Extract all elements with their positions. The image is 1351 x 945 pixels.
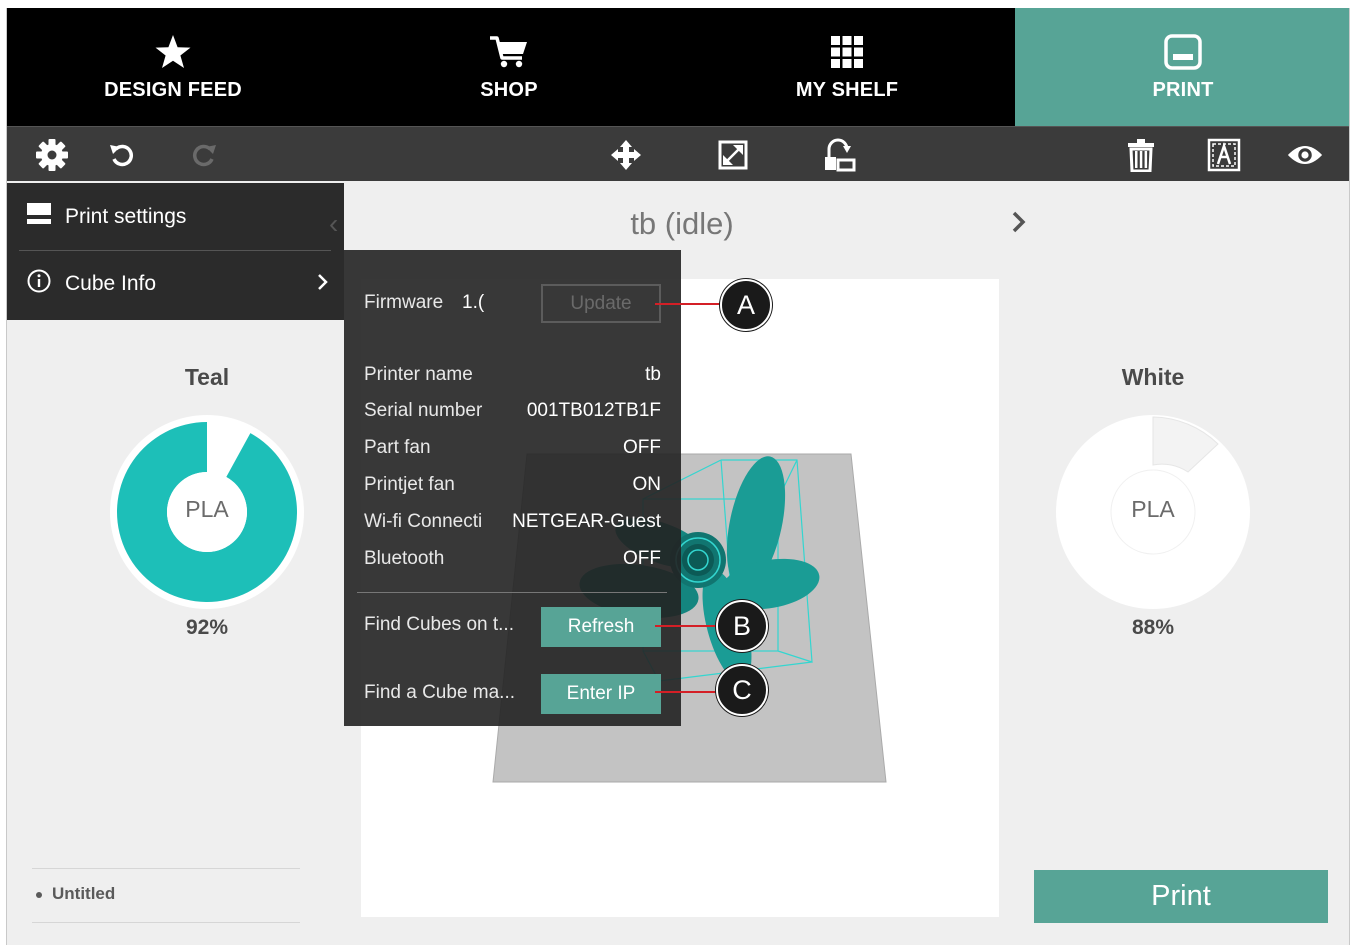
tab-label: SHOP bbox=[480, 79, 538, 101]
print-settings-icon bbox=[27, 203, 51, 231]
right-material-percent: 88% bbox=[1131, 616, 1175, 639]
top-navigation: DESIGN FEED SHOP MY SHELF PRINT bbox=[7, 8, 1349, 126]
bullet-icon bbox=[36, 891, 42, 898]
untitled-label: Untitled bbox=[52, 884, 116, 903]
redo-icon[interactable] bbox=[186, 137, 222, 173]
tab-design-feed[interactable]: DESIGN FEED bbox=[7, 8, 339, 126]
scale-icon[interactable] bbox=[715, 137, 751, 173]
untitled-item[interactable]: Untitled bbox=[36, 884, 115, 904]
find-cubes-label: Find Cubes on t... bbox=[364, 614, 514, 635]
printer-status-title: tb (idle) bbox=[630, 206, 734, 241]
left-filament-gauge: PLA bbox=[107, 412, 307, 612]
print-button[interactable]: Print bbox=[1034, 870, 1328, 923]
cube-info-popup: Firmware 1.( Update Printer name tb Seri… bbox=[344, 250, 681, 726]
callout-a: A bbox=[720, 279, 772, 331]
tab-shop[interactable]: SHOP bbox=[339, 8, 679, 126]
cart-icon bbox=[488, 34, 530, 70]
text-icon[interactable] bbox=[1206, 137, 1242, 173]
left-material-percent: 92% bbox=[185, 616, 229, 639]
material-type: PLA bbox=[1131, 496, 1175, 522]
cube-info-label: Cube Info bbox=[65, 272, 157, 295]
move-icon[interactable] bbox=[608, 137, 644, 173]
callout-line bbox=[655, 625, 719, 627]
chevron-left-icon[interactable]: ‹ bbox=[329, 208, 338, 240]
info-row-label: Printjet fan bbox=[364, 474, 455, 495]
grid-icon bbox=[830, 34, 864, 70]
refresh-button[interactable]: Refresh bbox=[541, 607, 661, 647]
right-material: White bbox=[1053, 364, 1253, 391]
info-row-value: OFF bbox=[623, 437, 661, 458]
info-row-value: tb bbox=[645, 364, 661, 385]
find-cube-by-ip-label: Find a Cube ma... bbox=[364, 682, 516, 703]
info-row-value: NETGEAR-Guest bbox=[512, 511, 661, 532]
divider bbox=[32, 868, 300, 869]
eye-icon[interactable] bbox=[1287, 137, 1323, 173]
callout-b: B bbox=[716, 600, 768, 652]
cube-info-item[interactable]: Cube Info bbox=[19, 269, 329, 299]
info-row-label: Bluetooth bbox=[364, 548, 445, 569]
tab-label: DESIGN FEED bbox=[104, 79, 242, 101]
trash-icon[interactable] bbox=[1123, 137, 1159, 173]
print-settings-label: Print settings bbox=[65, 205, 187, 228]
enter-ip-button[interactable]: Enter IP bbox=[541, 674, 661, 714]
toolbar bbox=[7, 126, 1349, 181]
star-icon bbox=[154, 34, 192, 70]
print-settings-item[interactable]: Print settings bbox=[19, 203, 329, 231]
info-row-label: Wi-fi Connecti bbox=[364, 511, 483, 532]
divider bbox=[19, 250, 331, 251]
left-material: Teal bbox=[107, 364, 307, 391]
callout-line bbox=[655, 691, 719, 693]
right-filament-gauge: PLA bbox=[1053, 412, 1253, 612]
callout-line bbox=[655, 303, 723, 305]
info-row-value: OFF bbox=[623, 548, 661, 569]
printer-icon bbox=[1164, 34, 1202, 70]
material-name: White bbox=[1121, 364, 1185, 390]
side-menu: Print settings Cube Info bbox=[7, 183, 344, 320]
material-name: Teal bbox=[184, 364, 230, 390]
tab-label: PRINT bbox=[1152, 79, 1214, 101]
info-row-value: ON bbox=[632, 474, 662, 495]
info-row-label: Part fan bbox=[364, 437, 431, 458]
material-type: PLA bbox=[185, 496, 229, 522]
app-window: DESIGN FEED SHOP MY SHELF PRINT Print se… bbox=[6, 8, 1350, 945]
tab-print[interactable]: PRINT bbox=[1015, 8, 1349, 126]
rotate-icon[interactable] bbox=[822, 137, 858, 173]
gear-icon[interactable] bbox=[34, 137, 70, 173]
divider bbox=[32, 922, 300, 923]
info-row-label: Printer name bbox=[364, 364, 473, 385]
tab-my-shelf[interactable]: MY SHELF bbox=[679, 8, 1015, 126]
firmware-value: 1.( bbox=[462, 292, 485, 313]
update-button[interactable]: Update bbox=[541, 284, 661, 323]
info-row-value: 001TB012TB1F bbox=[526, 400, 661, 421]
chevron-right-icon[interactable] bbox=[1011, 210, 1027, 239]
undo-icon[interactable] bbox=[104, 137, 140, 173]
callout-c: C bbox=[716, 664, 768, 716]
divider bbox=[357, 592, 667, 593]
chevron-right-icon bbox=[317, 273, 329, 297]
info-icon bbox=[27, 269, 51, 299]
firmware-label: Firmware bbox=[364, 292, 444, 313]
info-row-label: Serial number bbox=[364, 400, 483, 421]
tab-label: MY SHELF bbox=[795, 79, 899, 101]
